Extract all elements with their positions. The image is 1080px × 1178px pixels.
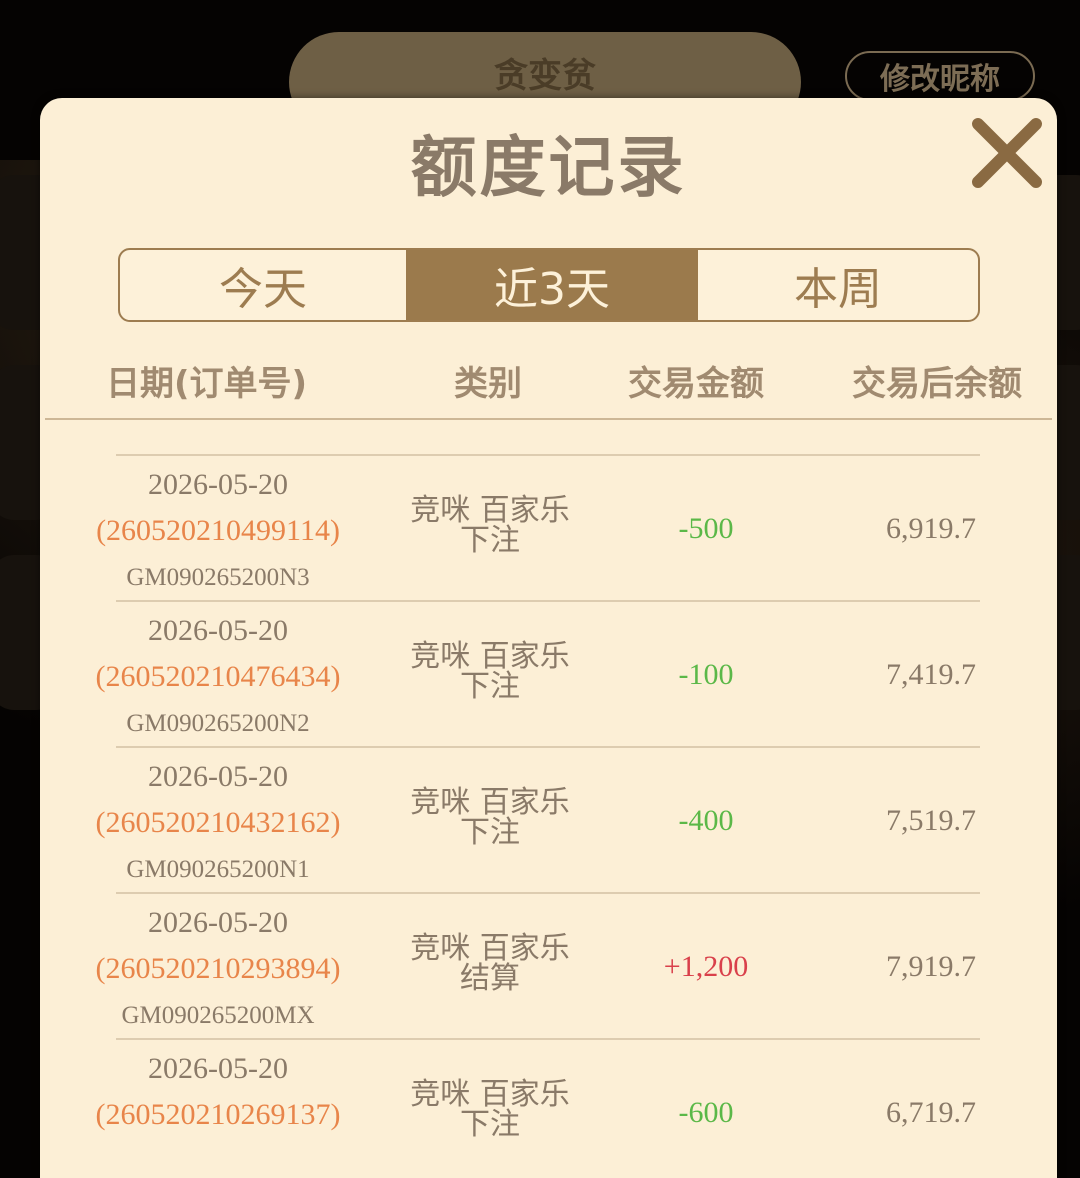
header-divider (45, 418, 1052, 420)
row-category-type: 下注 (460, 523, 520, 558)
row-balance: 6,719.7 (886, 1096, 976, 1129)
edit-nickname-button[interactable]: 修改昵称 (845, 51, 1035, 101)
quota-record-modal: 额度记录 今天 近3天 本周 日期(订单号) 类别 交易金额 交易后余额 202… (40, 98, 1057, 1178)
date-range-tabs: 今天 近3天 本周 (118, 248, 980, 322)
table-row: 2026-05-20 (260520210293894) GM090265200… (96, 892, 980, 1038)
row-date: 2026-05-20 (148, 614, 288, 647)
row-category-type: 结算 (460, 961, 520, 996)
row-category: 竞咪 百家乐 下注 (400, 642, 580, 702)
modal-title: 额度记录 (410, 129, 687, 206)
row-balance: 7,519.7 (886, 804, 976, 837)
table-header: 日期(订单号) 类别 交易金额 交易后余额 (40, 356, 1057, 404)
column-header-date: 日期(订单号) (106, 364, 308, 404)
tab-this-week[interactable]: 本周 (698, 250, 978, 320)
row-date: 2026-05-20 (148, 906, 288, 939)
row-date: 2026-05-20 (148, 760, 288, 793)
table-row: 2026-05-20 (260520210432162) GM090265200… (96, 746, 980, 892)
row-amount: -400 (678, 804, 734, 837)
row-category-game: 竞咪 百家乐 (410, 639, 570, 674)
row-amount: -500 (678, 512, 734, 545)
row-amount: +1,200 (663, 950, 749, 983)
row-game-id: GM090265200N1 (126, 856, 310, 883)
row-balance: 6,919.7 (886, 512, 976, 545)
player-name: 贪变贫 (494, 55, 596, 96)
row-order-number: (260520210476434) (95, 660, 341, 693)
row-game-id: GM090265200N2 (126, 710, 310, 737)
column-header-category: 类别 (454, 364, 522, 404)
tab-last-3-days[interactable]: 近3天 (406, 250, 698, 320)
row-category-game: 竞咪 百家乐 (410, 785, 570, 820)
row-category: 竞咪 百家乐 结算 (400, 934, 580, 994)
row-date: 2026-05-20 (148, 1052, 288, 1085)
column-header-balance: 交易后余额 (852, 364, 1022, 404)
row-order-number: (260520210432162) (95, 806, 341, 839)
row-game-id: GM090265200MX (121, 1002, 315, 1029)
row-order-number: (260520210499114) (96, 514, 340, 547)
row-balance: 7,919.7 (886, 950, 976, 983)
column-header-amount: 交易金额 (628, 364, 764, 404)
row-category: 竞咪 百家乐 下注 (400, 1080, 580, 1140)
close-x-icon[interactable] (968, 114, 1046, 192)
row-category-game: 竞咪 百家乐 (410, 493, 570, 528)
row-category-type: 下注 (460, 669, 520, 704)
row-order-number: (260520210293894) (95, 952, 341, 985)
row-game-id: GM090265200N3 (126, 564, 310, 591)
row-category-game: 竞咪 百家乐 (410, 931, 570, 966)
row-category-type: 下注 (460, 1107, 520, 1142)
row-amount: -600 (678, 1096, 734, 1129)
row-order-number: (260520210269137) (95, 1098, 341, 1131)
table-row: 2026-05-20 (260520210476434) GM090265200… (96, 600, 980, 746)
row-category: 竞咪 百家乐 下注 (400, 496, 580, 556)
row-category: 竞咪 百家乐 下注 (400, 788, 580, 848)
row-category-type: 下注 (460, 815, 520, 850)
record-list: 2026-05-20 (260520210499114) GM090265200… (40, 454, 1057, 1178)
row-balance: 7,419.7 (886, 658, 976, 691)
row-amount: -100 (678, 658, 734, 691)
row-category-game: 竞咪 百家乐 (410, 1077, 570, 1112)
tab-today[interactable]: 今天 (120, 250, 406, 320)
table-row: 2026-05-20 (260520210499114) GM090265200… (96, 454, 980, 600)
table-row: 2026-05-20 (260520210269137) 竞咪 百家乐 下注 -… (96, 1038, 980, 1178)
row-date: 2026-05-20 (148, 468, 288, 501)
